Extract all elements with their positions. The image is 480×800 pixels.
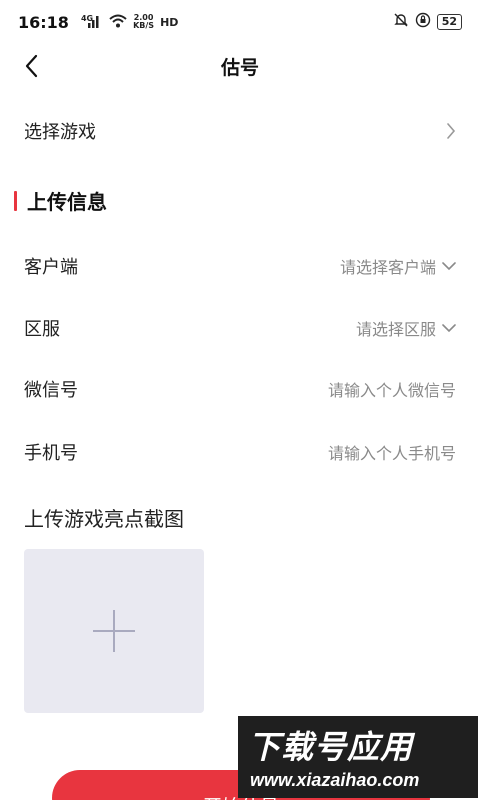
phone-label: 手机号 [24, 443, 78, 464]
upload-image-button[interactable] [24, 549, 204, 713]
server-placeholder: 请选择区服 [355, 320, 436, 339]
status-icons-right: 52 [393, 12, 462, 32]
phone-placeholder: 请输入个人手机号 [327, 444, 456, 463]
select-game-label: 选择游戏 [24, 122, 96, 143]
status-time: 16:18 [18, 12, 69, 32]
lock-rotation-icon [415, 12, 431, 32]
upload-title: 上传游戏亮点截图 [24, 507, 184, 531]
signal-type-label: 4G [80, 13, 94, 23]
plus-icon [93, 610, 135, 652]
chevron-right-icon [447, 123, 456, 139]
client-select-row[interactable]: 客户端 请选择客户端 [0, 242, 480, 290]
phone-row: 手机号 请输入个人手机号 [0, 428, 480, 476]
chevron-left-icon [25, 54, 38, 78]
watermark-url: www.xiazaihao.com [250, 770, 420, 790]
wechat-row: 微信号 请输入个人微信号 [0, 365, 480, 413]
phone-input[interactable]: 请输入个人手机号 [328, 440, 456, 464]
wechat-input[interactable]: 请输入个人微信号 [328, 377, 456, 401]
client-placeholder: 请选择客户端 [339, 258, 436, 277]
section-accent-bar [14, 190, 17, 211]
page-title: 估号 [220, 56, 259, 79]
select-game-row[interactable]: 选择游戏 [0, 106, 480, 156]
section-title: 上传信息 [27, 190, 107, 214]
status-bar: 16:18 4G 2.00 KB/S HD 52 [0, 0, 480, 44]
wechat-placeholder: 请输入个人微信号 [327, 381, 456, 400]
hd-label: HD [160, 15, 179, 29]
section-header: 上传信息 [14, 186, 107, 215]
bell-muted-icon [393, 12, 409, 32]
status-icons-left: 4G 2.00 KB/S HD [79, 14, 178, 31]
client-label: 客户端 [24, 257, 78, 278]
net-speed: 2.00 KB/S [133, 14, 154, 30]
server-label: 区服 [24, 319, 60, 340]
watermark-text: 下载号应用 [248, 728, 414, 766]
chevron-down-icon [442, 262, 456, 271]
chevron-down-icon [442, 324, 456, 333]
server-select-row[interactable]: 区服 请选择区服 [0, 304, 480, 352]
wechat-label: 微信号 [24, 380, 78, 401]
watermark-logo: 下载号应用 www.xiazaihao.com [238, 716, 478, 798]
nav-bar: 估号 [0, 44, 480, 88]
back-button[interactable] [18, 52, 46, 80]
net-speed-unit: KB/S [133, 21, 155, 30]
battery-indicator: 52 [436, 14, 462, 30]
wifi-icon [109, 14, 127, 31]
